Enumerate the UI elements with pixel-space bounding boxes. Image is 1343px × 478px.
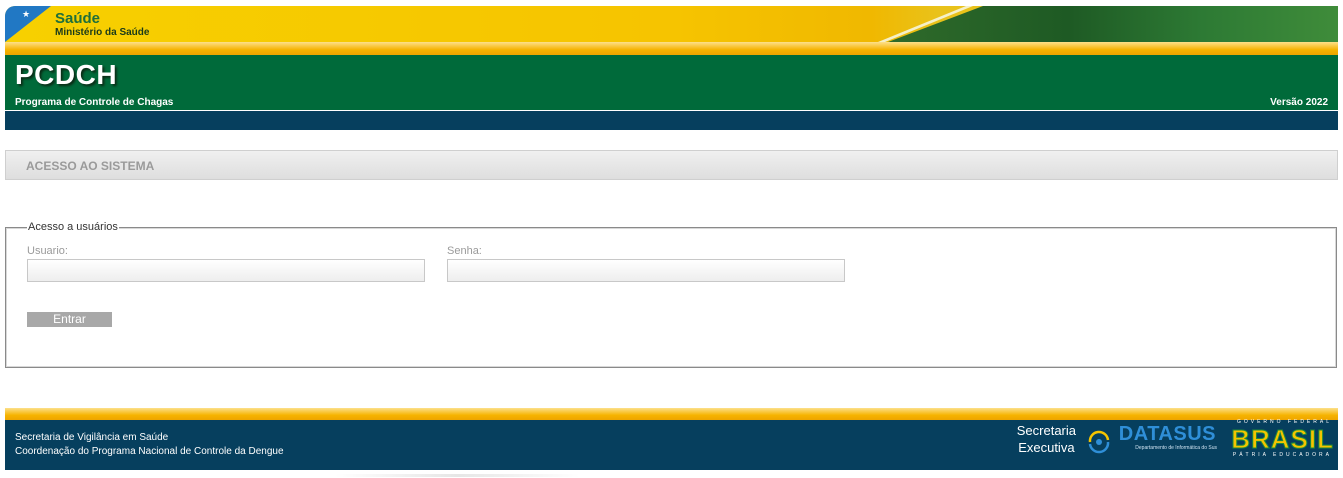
user-input[interactable] (27, 259, 425, 282)
app-subtitle: Programa de Controle de Chagas (15, 97, 174, 108)
login-fieldset: Acesso a usuários Usuario: Senha: Entrar (5, 221, 1337, 368)
gov-logo-bottom: PÁTRIA EDUCADORA (1232, 452, 1332, 458)
header-blue-bar (5, 111, 1338, 130)
page-shadow (335, 474, 580, 477)
footer-gold-stripe (5, 408, 1338, 420)
footer-line-2: Coordenação do Programa Nacional de Cont… (15, 446, 284, 457)
datasus-logo-text: DATASUS (1118, 423, 1216, 445)
password-input[interactable] (447, 259, 845, 282)
datasus-logo-subtitle: Departamento de Informática do Sus (1135, 445, 1217, 451)
footer: Secretaria de Vigilância em Saúde Coorde… (5, 419, 1338, 470)
secretaria-executiva-logo: Secretaria Executiva (1017, 422, 1076, 456)
brand-subtitle: Ministério da Saúde (55, 27, 150, 38)
brand-title: Saúde (55, 10, 101, 27)
user-label: Usuario: (27, 245, 68, 257)
secretaria-line-2: Executiva (1018, 440, 1075, 455)
star-icon: ★ (22, 9, 31, 19)
footer-line-1: Secretaria de Vigilância em Saúde (15, 432, 169, 443)
datasus-swirl-icon (1088, 430, 1110, 454)
login-button[interactable]: Entrar (27, 312, 112, 327)
password-label: Senha: (447, 245, 482, 257)
secretaria-line-1: Secretaria (1016, 423, 1076, 438)
app-header: PCDCH Programa de Controle de Chagas Ver… (5, 55, 1338, 110)
section-bar: ACESSO AO SISTEMA (5, 150, 1338, 180)
top-banner: ★ Saúde Ministério da Saúde (5, 6, 1338, 42)
login-legend: Acesso a usuários (27, 221, 119, 233)
section-title: ACESSO AO SISTEMA (26, 159, 155, 173)
header-gold-stripe (5, 42, 1338, 55)
app-version: Versão 2022 (1270, 97, 1328, 108)
gov-logo-brasil: BRASIL (1231, 424, 1334, 455)
app-title: PCDCH (15, 59, 118, 90)
